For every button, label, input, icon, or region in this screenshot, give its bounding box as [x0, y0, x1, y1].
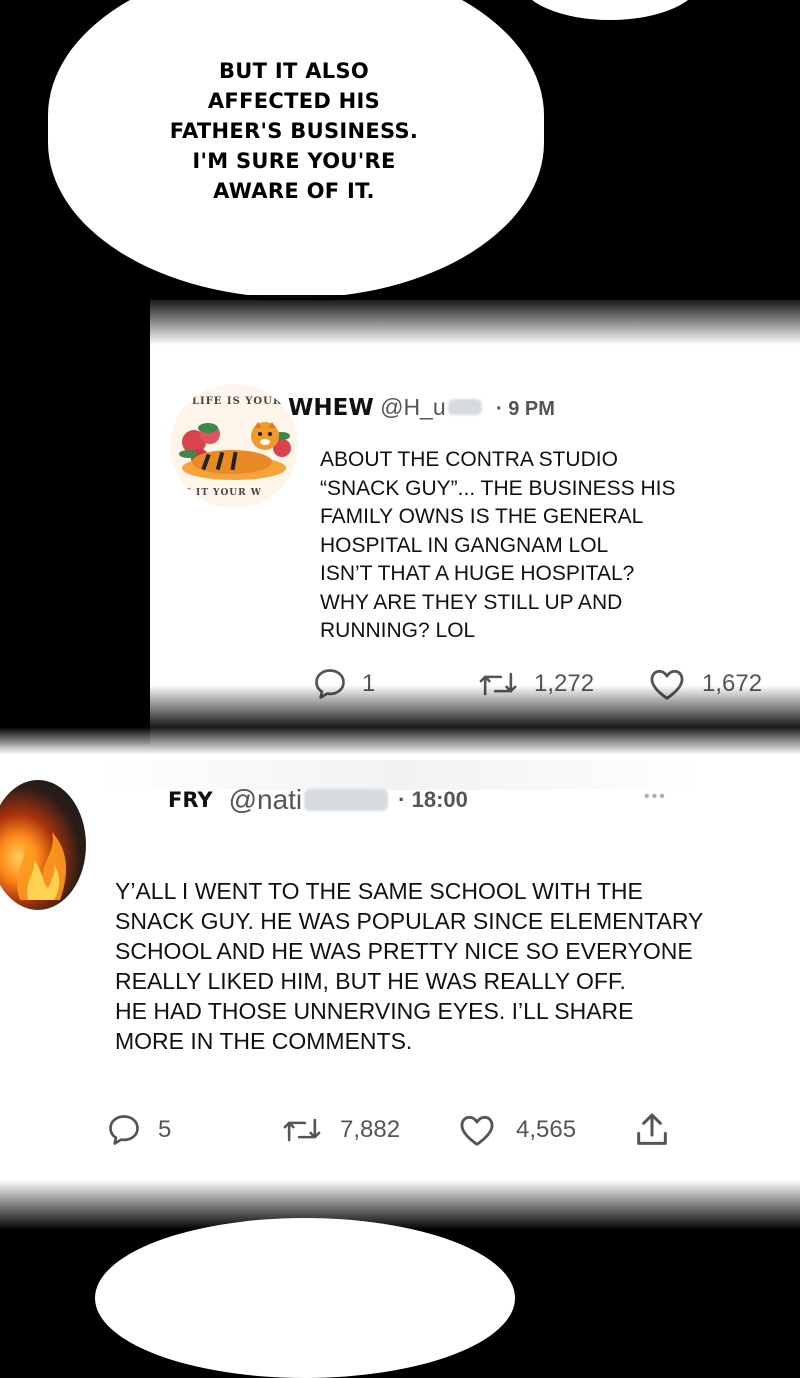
- avatar-text-bottom: E IT YOUR W: [184, 488, 262, 498]
- tweet-line: SCHOOL AND HE WAS PRETTY NICE SO EVERYON…: [115, 938, 693, 964]
- reply-button[interactable]: 5: [106, 1112, 171, 1148]
- tweet-timestamp[interactable]: · 18:00: [398, 787, 468, 813]
- like-button[interactable]: 4,565: [458, 1112, 576, 1148]
- tweet-line: WHY ARE THEY STILL UP AND: [320, 590, 623, 614]
- retweet-button[interactable]: 7,882: [282, 1114, 400, 1146]
- tweet-body: Y’ALL I WENT TO THE SAME SCHOOL WITH THE…: [115, 876, 703, 1056]
- bubble-line: AFFECTED HIS: [207, 89, 381, 113]
- tweet-header: WHEW @H_u · 9 PM: [288, 394, 555, 421]
- speech-bubble: [95, 1218, 515, 1378]
- tweet-line: Y’ALL I WENT TO THE SAME SCHOOL WITH THE: [115, 878, 643, 904]
- tweet-line: ABOUT THE CONTRA STUDIO: [320, 448, 618, 471]
- redacted-handle: [447, 399, 482, 415]
- redacted-handle: [304, 789, 389, 811]
- speech-bubble-tail: [520, 0, 700, 20]
- bubble-line: FATHER'S BUSINESS.: [169, 119, 419, 143]
- tweet-line: HOSPITAL IN GANGNAM LOL: [320, 533, 609, 557]
- avatar-fire[interactable]: [0, 780, 86, 910]
- panel-fade: [0, 1180, 800, 1230]
- reply-count: 5: [158, 1116, 172, 1143]
- speech-bubble-text: BUT IT ALSO AFFECTED HIS FATHER'S BUSINE…: [140, 56, 448, 206]
- share-icon: [637, 1113, 667, 1145]
- display-name[interactable]: FRY: [168, 788, 213, 812]
- tweet-line: FAMILY OWNS IS THE GENERAL: [320, 505, 644, 528]
- bubble-line: AWARE OF IT.: [213, 179, 375, 203]
- tweet-line: SNACK GUY. HE WAS POPULAR SINCE ELEMENTA…: [115, 908, 704, 934]
- panel-fade: [150, 295, 800, 345]
- tweet-line: MORE IN THE COMMENTS.: [115, 1028, 413, 1054]
- fire-image-icon: [17, 832, 67, 900]
- heart-icon: [460, 1115, 494, 1146]
- share-button[interactable]: [632, 1110, 672, 1155]
- retweet-icon: [283, 1118, 321, 1142]
- retweet-count: 7,882: [340, 1116, 401, 1143]
- tweet-line: ISN’T THAT A HUGE HOSPITAL?: [320, 562, 635, 585]
- tweet-line: “SNACK GUY”... THE BUSINESS HIS: [320, 476, 676, 500]
- user-handle[interactable]: @nati: [229, 784, 303, 816]
- panel-fade: [0, 685, 800, 755]
- bubble-line: BUT IT ALSO: [218, 59, 370, 83]
- bubble-line: I'M SURE YOU'RE: [192, 149, 396, 173]
- user-handle[interactable]: @H_u: [380, 394, 446, 420]
- reply-icon: [109, 1115, 139, 1145]
- tweet-line: REALLY LIKED HIM, BUT HE WAS REALLY OFF.: [115, 968, 626, 994]
- avatar-tiger[interactable]: LIFE IS YOURS E IT YOUR W: [170, 384, 298, 508]
- tweet-body: ABOUT THE CONTRA STUDIO “SNACK GUY”... T…: [320, 446, 676, 646]
- tweet-line: HE HAD THOSE UNNERVING EYES. I’LL SHARE: [115, 998, 634, 1024]
- like-count: 4,565: [516, 1116, 577, 1143]
- display-name[interactable]: WHEW: [288, 395, 374, 421]
- more-options-button[interactable]: •••: [644, 788, 667, 806]
- tweet-line: RUNNING? LOL: [320, 619, 476, 642]
- tweet-timestamp[interactable]: · 9 PM: [496, 398, 555, 420]
- tweet-header: FRY @nati · 18:00: [168, 784, 468, 816]
